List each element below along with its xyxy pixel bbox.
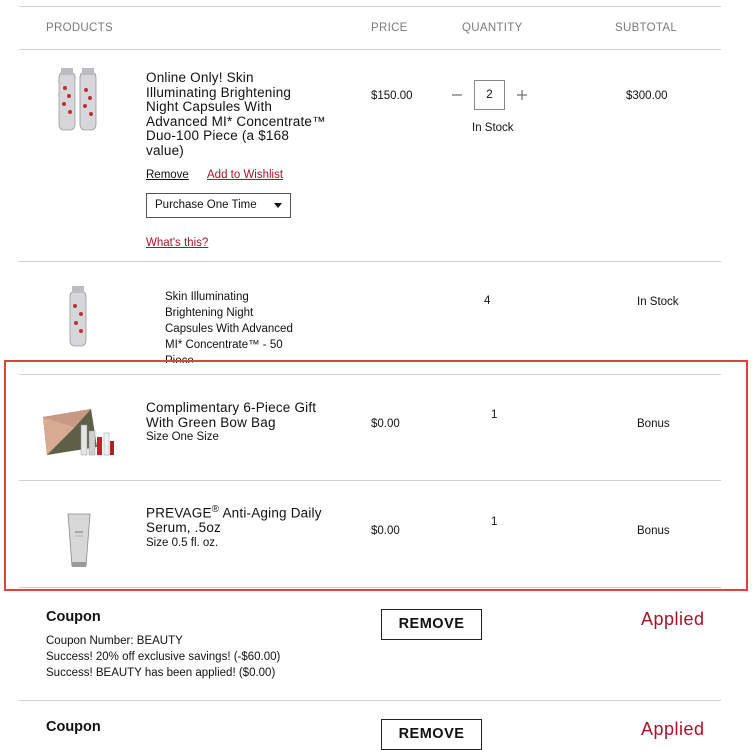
coupon-applied-status: Applied <box>641 719 705 739</box>
quantity-input[interactable]: 2 <box>474 80 505 110</box>
product-name-line: Online Only! Skin <box>146 70 254 85</box>
quantity-decrease-button[interactable] <box>451 86 463 106</box>
coupon-remove-button[interactable]: REMOVE <box>381 719 482 750</box>
whats-this-link[interactable]: What's this? <box>146 237 208 249</box>
minus-icon <box>452 94 462 96</box>
header-quantity: QUANTITY <box>462 22 523 34</box>
row-divider <box>19 261 721 262</box>
product-image-capsules <box>69 286 87 347</box>
product-name-line: Illuminating Brightening <box>146 84 292 100</box>
coupon-divider <box>19 700 721 701</box>
coupon-message: Success! BEAUTY has been applied! ($0.00… <box>46 667 276 679</box>
purchase-option-select[interactable]: Purchase One Time <box>146 193 291 218</box>
highlight-box <box>4 360 748 591</box>
kit-item-name-line: Capsules With Advanced <box>165 323 293 335</box>
header-price: PRICE <box>371 22 408 34</box>
product-name-link[interactable]: Online Only! Skin Illuminating Brighteni… <box>146 70 326 158</box>
item-price: $150.00 <box>371 90 413 102</box>
kit-item-stock: In Stock <box>637 296 679 308</box>
stock-status: In Stock <box>472 122 514 134</box>
kit-item-name-line: Skin Illuminating <box>165 291 249 303</box>
coupon-message: Success! 20% off exclusive savings! (-$6… <box>46 651 281 663</box>
kit-item-name-line: MI* Concentrate™ - 50 <box>165 339 283 351</box>
product-image-capsules-duo[interactable] <box>56 68 102 134</box>
chevron-down-icon <box>274 203 282 208</box>
product-name-line: Duo-100 Piece (a $168 <box>146 128 290 143</box>
kit-item-quantity: 4 <box>484 295 491 307</box>
remove-link[interactable]: Remove <box>146 169 189 181</box>
coupon-title: Coupon <box>46 719 101 735</box>
product-name-line: Advanced MI* Concentrate™ <box>146 113 326 129</box>
kit-item-name: Skin Illuminating Brightening Night Caps… <box>165 289 293 363</box>
plus-icon <box>517 90 527 100</box>
header-products: PRODUCTS <box>46 22 113 34</box>
quantity-increase-button[interactable] <box>516 86 528 106</box>
coupon-number: Coupon Number: BEAUTY <box>46 635 183 647</box>
kit-item-name-line: Brightening Night <box>165 307 254 319</box>
top-divider <box>19 6 721 7</box>
header-divider <box>19 49 721 50</box>
add-to-wishlist-link[interactable]: Add to Wishlist <box>207 169 283 181</box>
coupon-title: Coupon <box>46 609 101 625</box>
coupon-remove-button[interactable]: REMOVE <box>381 609 482 640</box>
item-subtotal: $300.00 <box>626 90 668 102</box>
product-name-line: Night Capsules With <box>146 99 273 114</box>
coupon-applied-status: Applied <box>641 609 705 629</box>
purchase-option-value: Purchase One Time <box>155 199 257 211</box>
product-name-line: value) <box>146 142 184 158</box>
header-subtotal: SUBTOTAL <box>615 22 678 34</box>
